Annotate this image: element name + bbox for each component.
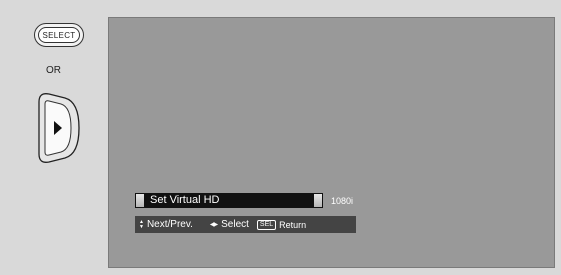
set-virtual-hd-menu-item[interactable]: Set Virtual HD <box>135 193 323 208</box>
menu-row[interactable]: Set Virtual HD 1080i <box>135 193 353 208</box>
up-down-arrow-icon: ▲ ▼ <box>139 218 144 230</box>
sel-badge: SEL <box>256 219 277 230</box>
menu-right-cap <box>313 193 323 208</box>
remote-instructions-panel: SELECT OR <box>0 0 108 275</box>
help-next-prev-label: Next/Prev. <box>146 219 193 230</box>
help-select-label: Select <box>221 219 249 230</box>
help-return-label: Return <box>279 219 307 230</box>
menu-item-label: Set Virtual HD <box>150 194 220 206</box>
menu-item-value: 1080i <box>331 195 354 206</box>
tv-screen: Set Virtual HD 1080i ▲ ▼ Next/Prev. ◀▶ Se… <box>108 17 555 268</box>
help-bar: ▲ ▼ Next/Prev. ◀▶ Select SEL Return <box>135 216 356 233</box>
or-label: OR <box>46 65 61 76</box>
select-button[interactable]: SELECT <box>34 23 84 47</box>
select-button-label: SELECT <box>38 27 80 43</box>
menu-left-cap <box>135 193 145 208</box>
left-right-arrow-icon: ◀▶ <box>209 222 218 228</box>
dpad-right-icon[interactable] <box>37 88 81 168</box>
